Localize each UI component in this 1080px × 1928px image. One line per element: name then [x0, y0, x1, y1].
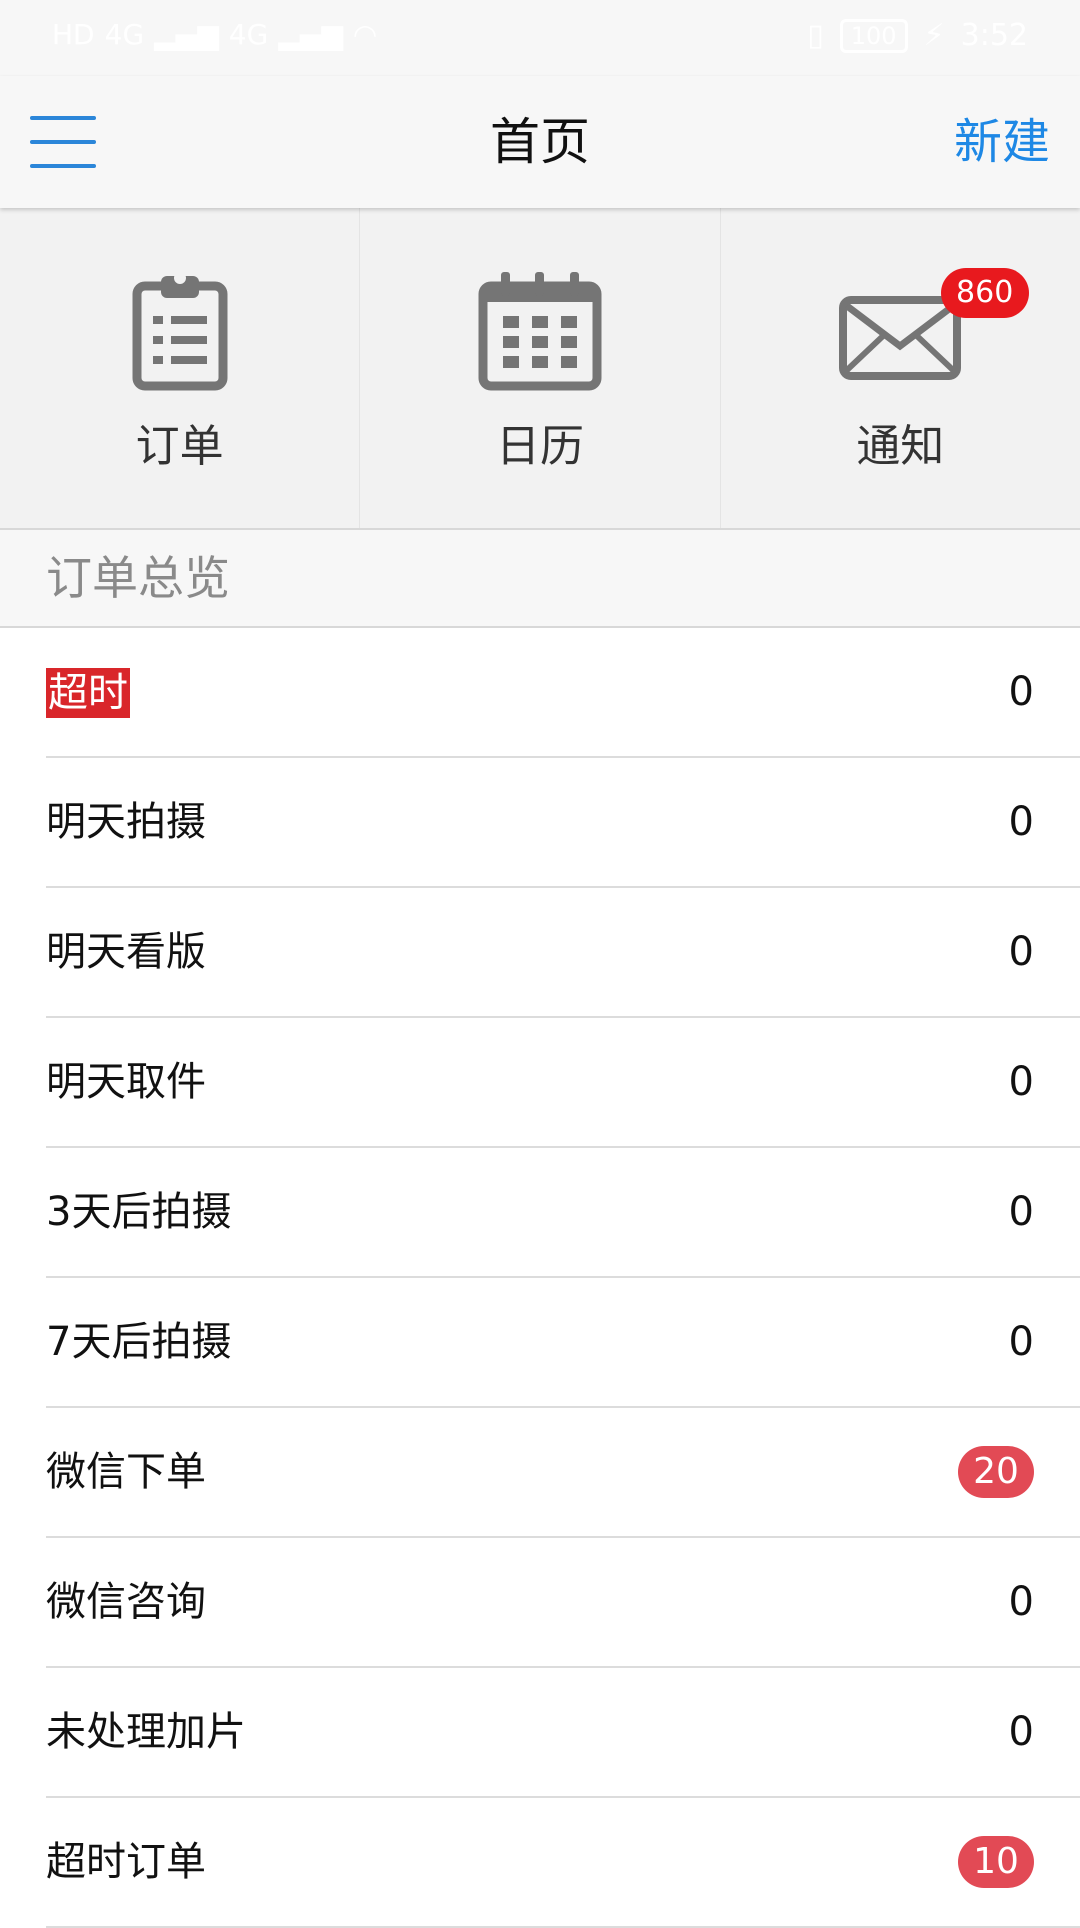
list-item-label: 7天后拍摄: [46, 1319, 232, 1365]
list-item-count: 0: [1008, 1059, 1034, 1105]
list-item-label: 3天后拍摄: [46, 1189, 232, 1235]
network-type-1: 4G: [104, 18, 145, 51]
list-item[interactable]: 微信咨询 0: [46, 1538, 1080, 1668]
calendar-icon: [478, 272, 602, 391]
notification-badge: 860: [940, 268, 1029, 318]
list-item[interactable]: 微信下单 20: [46, 1408, 1080, 1538]
list-item[interactable]: 超时 0: [46, 628, 1080, 758]
list-item-count: 0: [1008, 1709, 1034, 1755]
count-badge: 20: [958, 1446, 1034, 1498]
list-item[interactable]: 超时订单 10: [46, 1798, 1080, 1928]
list-item-label: 未处理加片: [46, 1709, 246, 1755]
list-item-label: 明天拍摄: [46, 799, 206, 845]
quick-access-tiles: 订单 日历 860 通知: [0, 208, 1080, 530]
hd-icon: HD: [52, 18, 95, 51]
list-item-count: 0: [1008, 929, 1034, 975]
status-bar: HD 4G ▂▄▆ 4G ▂▄▆ ◠ ▯ 100 ⚡ 3:52: [0, 0, 1080, 76]
wifi-icon: ◠: [352, 18, 378, 51]
charging-icon: ⚡: [923, 18, 945, 53]
new-button[interactable]: 新建: [954, 76, 1050, 208]
list-item[interactable]: 3天后拍摄 0: [46, 1148, 1080, 1278]
status-right: ▯ 100 ⚡ 3:52: [807, 18, 1028, 53]
list-item-count: 0: [1008, 799, 1034, 845]
list-item[interactable]: 明天取件 0: [46, 1018, 1080, 1148]
list-item-count: 0: [1008, 1579, 1034, 1625]
list-item-label: 明天取件: [46, 1059, 206, 1105]
list-item[interactable]: 明天拍摄 0: [46, 758, 1080, 888]
list-item-label: 微信咨询: [46, 1579, 206, 1625]
status-left: HD 4G ▂▄▆ 4G ▂▄▆ ◠: [52, 18, 377, 51]
signal-icon: ▂▄▆: [154, 18, 219, 51]
section-title: 订单总览: [46, 551, 230, 605]
clock: 3:52: [960, 18, 1028, 53]
tile-orders[interactable]: 订单: [0, 208, 361, 528]
signal-icon-2: ▂▄▆: [278, 18, 343, 51]
list-item[interactable]: 未处理加片 0: [46, 1668, 1080, 1798]
tile-label-notifications: 通知: [856, 421, 945, 472]
clipboard-icon: [132, 272, 228, 391]
battery-indicator: 100: [839, 18, 908, 53]
count-badge: 10: [958, 1836, 1034, 1888]
page-title: 首页: [490, 113, 590, 171]
network-type-2: 4G: [228, 18, 269, 51]
list-item-label: 超时: [46, 668, 130, 718]
tile-notifications[interactable]: 860 通知: [721, 208, 1080, 528]
section-header: 订单总览: [0, 530, 1080, 628]
list-item-label: 明天看版: [46, 929, 206, 975]
tile-label-calendar: 日历: [495, 421, 584, 472]
vibrate-icon: ▯: [807, 18, 824, 53]
tile-label-orders: 订单: [135, 421, 224, 472]
list-item-count: 0: [1008, 669, 1034, 715]
list-item[interactable]: 7天后拍摄 0: [46, 1278, 1080, 1408]
list-item-label: 超时订单: [46, 1839, 206, 1885]
list-item-label: 微信下单: [46, 1449, 206, 1495]
order-list: 超时 0 明天拍摄 0 明天看版 0 明天取件 0 3天后拍摄 0 7天后拍摄 0 微信下单 20 微信咨询…: [0, 628, 1080, 1928]
tile-calendar[interactable]: 日历: [360, 208, 721, 528]
top-app-bar: 首页 新建: [0, 76, 1080, 208]
list-item[interactable]: 明天看版 0: [46, 888, 1080, 1018]
list-item-count: 0: [1008, 1319, 1034, 1365]
list-item-count: 0: [1008, 1189, 1034, 1235]
